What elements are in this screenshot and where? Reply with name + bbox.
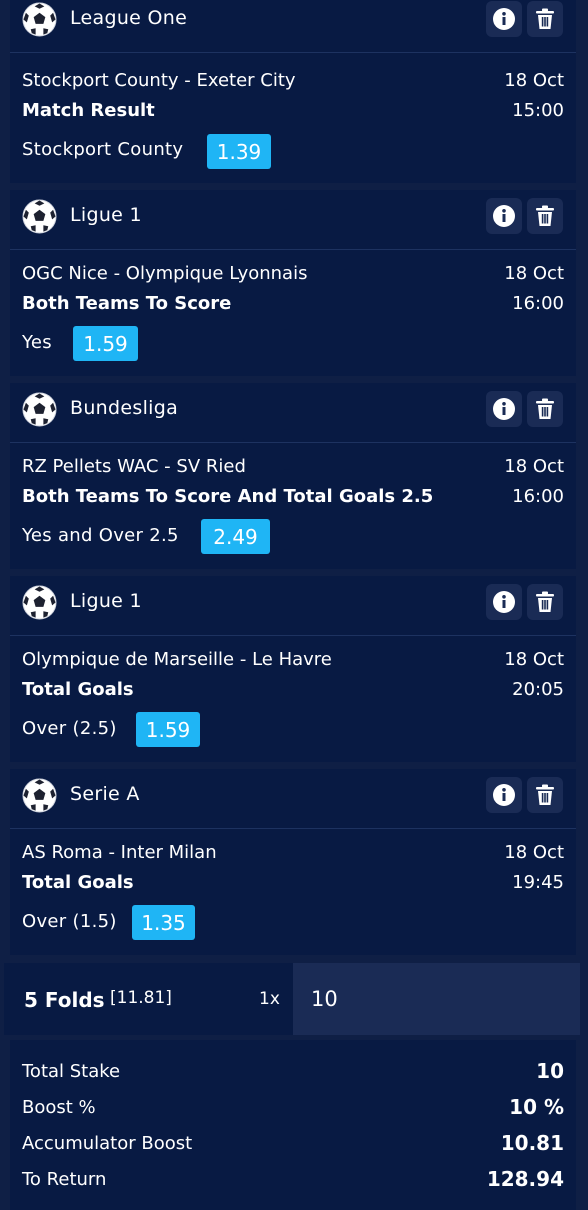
info-icon: [493, 205, 515, 227]
bet-card: League One Stockport County - Exeter Cit…: [10, 0, 576, 183]
match-date: 18 Oct: [504, 263, 564, 284]
info-button[interactable]: [486, 777, 522, 813]
soccer-ball-icon: [22, 2, 57, 37]
stake-multiplier: 1x: [259, 989, 280, 1009]
bet-card: Ligue 1 Olympique de Marseille - Le Havr…: [10, 576, 576, 762]
delete-button[interactable]: [527, 584, 563, 620]
total-stake-label: Total Stake: [22, 1061, 121, 1082]
delete-button[interactable]: [527, 198, 563, 234]
selection-name: Yes and Over 2.5: [22, 525, 179, 546]
info-icon: [493, 398, 515, 420]
boost-value: 10 %: [509, 1095, 564, 1119]
info-button[interactable]: [486, 391, 522, 427]
odds-button[interactable]: 1.39: [207, 134, 271, 169]
market-name: Total Goals: [22, 679, 134, 700]
soccer-ball-icon: [22, 392, 57, 427]
league-name: Bundesliga: [70, 397, 179, 419]
selection-name: Stockport County: [22, 139, 184, 160]
bet-card: Ligue 1 OGC Nice - Olympique Lyonnais 18…: [10, 190, 576, 376]
trash-icon: [536, 8, 554, 29]
folds-title: 5 Folds: [24, 988, 105, 1012]
stake-input[interactable]: [293, 963, 580, 1035]
match-date: 18 Oct: [504, 842, 564, 863]
market-name: Match Result: [22, 100, 155, 121]
bet-card-header: Serie A: [10, 769, 576, 829]
odds-button[interactable]: 1.59: [136, 712, 200, 747]
market-name: Both Teams To Score: [22, 293, 232, 314]
selection-name: Yes: [22, 332, 52, 353]
total-stake-value: 10: [536, 1059, 564, 1083]
match-name: OGC Nice - Olympique Lyonnais: [22, 263, 308, 284]
selection-name: Over (2.5): [22, 718, 117, 739]
match-name: Stockport County - Exeter City: [22, 70, 296, 91]
league-name: League One: [70, 7, 188, 29]
accumulator-stake-row: 5 Folds [11.81] 1x: [4, 963, 580, 1035]
bet-card-header: League One: [10, 0, 576, 53]
info-icon: [493, 784, 515, 806]
combined-odds: [11.81]: [110, 988, 172, 1008]
info-icon: [493, 591, 515, 613]
accumulator-boost-value: 10.81: [500, 1131, 564, 1155]
match-time: 16:00: [512, 293, 564, 314]
match-time: 20:05: [512, 679, 564, 700]
trash-icon: [536, 591, 554, 612]
bet-card-header: Bundesliga: [10, 383, 576, 443]
info-button[interactable]: [486, 584, 522, 620]
league-name: Ligue 1: [70, 590, 142, 612]
trash-icon: [536, 784, 554, 805]
league-name: Serie A: [70, 783, 140, 805]
match-date: 18 Oct: [504, 70, 564, 91]
bet-summary: Total Stake 10 Boost % 10 % Accumulator …: [10, 1040, 576, 1210]
match-name: Olympique de Marseille - Le Havre: [22, 649, 332, 670]
league-name: Ligue 1: [70, 204, 142, 226]
bet-card-header: Ligue 1: [10, 190, 576, 250]
match-name: AS Roma - Inter Milan: [22, 842, 217, 863]
match-time: 15:00: [512, 100, 564, 121]
match-time: 19:45: [512, 872, 564, 893]
bet-card: Bundesliga RZ Pellets WAC - SV Ried 18 O…: [10, 383, 576, 569]
match-date: 18 Oct: [504, 649, 564, 670]
to-return-value: 128.94: [486, 1167, 564, 1191]
info-button[interactable]: [486, 1, 522, 37]
match-date: 18 Oct: [504, 456, 564, 477]
selection-name: Over (1.5): [22, 911, 117, 932]
delete-button[interactable]: [527, 777, 563, 813]
delete-button[interactable]: [527, 1, 563, 37]
trash-icon: [536, 398, 554, 419]
boost-label: Boost %: [22, 1097, 96, 1118]
odds-button[interactable]: 2.49: [201, 519, 270, 554]
bet-card-header: Ligue 1: [10, 576, 576, 636]
match-time: 16:00: [512, 486, 564, 507]
info-button[interactable]: [486, 198, 522, 234]
bet-card: Serie A AS Roma - Inter Milan 18 Oct Tot…: [10, 769, 576, 955]
to-return-label: To Return: [22, 1169, 107, 1190]
market-name: Total Goals: [22, 872, 134, 893]
accumulator-boost-label: Accumulator Boost: [22, 1133, 193, 1154]
match-name: RZ Pellets WAC - SV Ried: [22, 456, 246, 477]
soccer-ball-icon: [22, 199, 57, 234]
odds-button[interactable]: 1.35: [132, 905, 195, 940]
info-icon: [493, 8, 515, 30]
soccer-ball-icon: [22, 585, 57, 620]
delete-button[interactable]: [527, 391, 563, 427]
odds-button[interactable]: 1.59: [73, 326, 138, 361]
trash-icon: [536, 205, 554, 226]
market-name: Both Teams To Score And Total Goals 2.5: [22, 486, 434, 507]
soccer-ball-icon: [22, 778, 57, 813]
